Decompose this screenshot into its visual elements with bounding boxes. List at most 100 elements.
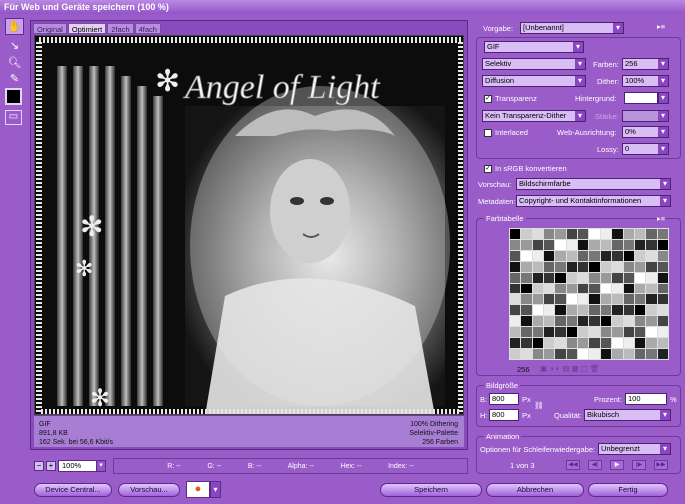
palette-swatch[interactable]	[510, 349, 521, 359]
done-button[interactable]: Fertig	[588, 483, 668, 497]
palette-swatch[interactable]	[578, 272, 589, 283]
zoom-tool-icon[interactable]: 🔍︎	[5, 54, 24, 71]
color-table-menu-icon[interactable]: ▸≡	[657, 214, 665, 223]
palette-swatch[interactable]	[544, 338, 555, 349]
palette-swatch[interactable]	[623, 272, 634, 283]
palette-swatch[interactable]	[532, 283, 544, 294]
palette-swatch[interactable]	[510, 327, 521, 338]
palette-swatch[interactable]	[532, 294, 544, 305]
palette-swatch[interactable]	[589, 305, 600, 316]
palette-swatch[interactable]	[600, 229, 612, 239]
palette-swatch[interactable]	[566, 338, 578, 349]
transparency-dither-select[interactable]: Kein Transparenz-Dither	[482, 110, 586, 122]
palette-swatch[interactable]	[612, 229, 623, 239]
palette-swatch[interactable]	[612, 261, 623, 272]
palette-swatch[interactable]	[521, 316, 532, 327]
palette-swatch[interactable]	[623, 316, 634, 327]
palette-swatch[interactable]	[612, 239, 623, 250]
cancel-button[interactable]: Abbrechen	[486, 483, 584, 497]
palette-swatch[interactable]	[623, 283, 634, 294]
save-button[interactable]: Speichern	[380, 483, 482, 497]
palette-swatch[interactable]	[566, 327, 578, 338]
palette-swatch[interactable]	[510, 316, 521, 327]
palette-swatch[interactable]	[657, 272, 668, 283]
palette-swatch[interactable]	[646, 283, 657, 294]
palette-swatch[interactable]	[566, 305, 578, 316]
palette-swatch[interactable]	[521, 239, 532, 250]
palette-swatch[interactable]	[623, 294, 634, 305]
zoom-in-button[interactable]: +	[46, 461, 56, 471]
palette-swatch[interactable]	[566, 283, 578, 294]
palette-swatch[interactable]	[578, 283, 589, 294]
palette-swatch[interactable]	[532, 349, 544, 359]
width-input[interactable]: 800	[489, 393, 519, 405]
palette-swatch[interactable]	[566, 272, 578, 283]
palette-swatch[interactable]	[589, 272, 600, 283]
palette-swatch[interactable]	[555, 349, 566, 359]
palette-swatch[interactable]	[634, 294, 646, 305]
palette-swatch[interactable]	[510, 338, 521, 349]
palette-swatch[interactable]	[634, 316, 646, 327]
palette-swatch[interactable]	[657, 283, 668, 294]
palette-swatch[interactable]	[532, 316, 544, 327]
palette-swatch[interactable]	[555, 283, 566, 294]
palette-swatch[interactable]	[555, 272, 566, 283]
constrain-proportions-icon[interactable]: ⛓	[534, 401, 544, 410]
palette-swatch[interactable]	[646, 305, 657, 316]
palette-swatch[interactable]	[521, 327, 532, 338]
palette-swatch[interactable]	[600, 338, 612, 349]
palette-swatch[interactable]	[510, 261, 521, 272]
zoom-out-button[interactable]: −	[34, 461, 44, 471]
palette-swatch[interactable]	[623, 305, 634, 316]
preset-select[interactable]: [Unbenannt]	[520, 22, 624, 34]
colors-select[interactable]: 256	[622, 58, 669, 70]
color-reduction-select[interactable]: Selektiv	[482, 58, 586, 70]
palette-swatch[interactable]	[657, 261, 668, 272]
palette-swatch[interactable]	[544, 316, 555, 327]
palette-swatch[interactable]	[623, 338, 634, 349]
palette-swatch[interactable]	[544, 261, 555, 272]
palette-swatch[interactable]	[532, 305, 544, 316]
palette-swatch[interactable]	[555, 250, 566, 261]
palette-swatch[interactable]	[589, 338, 600, 349]
palette-swatch[interactable]	[510, 239, 521, 250]
palette-swatch[interactable]	[589, 239, 600, 250]
palette-swatch[interactable]	[623, 239, 634, 250]
palette-swatch[interactable]	[600, 349, 612, 359]
palette-swatch[interactable]	[555, 316, 566, 327]
palette-swatch[interactable]	[657, 229, 668, 239]
palette-swatch[interactable]	[566, 229, 578, 239]
palette-swatch[interactable]	[657, 349, 668, 359]
transparency-checkbox[interactable]: ✓	[484, 95, 492, 103]
palette-swatch[interactable]	[612, 294, 623, 305]
palette-swatch[interactable]	[578, 338, 589, 349]
palette-swatch[interactable]	[555, 229, 566, 239]
quality-select[interactable]: Bikubisch	[584, 409, 671, 421]
palette-swatch[interactable]	[589, 327, 600, 338]
eyedropper-tool-icon[interactable]: ✎	[5, 70, 24, 87]
palette-swatch[interactable]	[521, 305, 532, 316]
palette-swatch[interactable]	[646, 338, 657, 349]
lossy-select[interactable]: 0	[622, 143, 669, 155]
palette-swatch[interactable]	[589, 229, 600, 239]
palette-swatch[interactable]	[612, 272, 623, 283]
palette-swatch[interactable]	[623, 349, 634, 359]
palette-swatch[interactable]	[532, 229, 544, 239]
web-snap-select[interactable]: 0%	[622, 126, 669, 138]
loop-options-select[interactable]: Unbegrenzt	[598, 443, 671, 455]
palette-swatch[interactable]	[544, 272, 555, 283]
palette-swatch[interactable]	[510, 250, 521, 261]
toggle-slices-icon[interactable]: ▭	[5, 110, 22, 125]
palette-swatch[interactable]	[600, 272, 612, 283]
browser-dropdown-icon[interactable]: ▾	[210, 481, 221, 498]
palette-swatch[interactable]	[600, 283, 612, 294]
palette-swatch[interactable]	[646, 229, 657, 239]
palette-swatch[interactable]	[578, 327, 589, 338]
palette-swatch[interactable]	[612, 327, 623, 338]
matte-color-swatch[interactable]	[624, 92, 658, 104]
device-central-button[interactable]: Device Central...	[34, 483, 112, 497]
palette-swatch[interactable]	[532, 261, 544, 272]
eyedropper-color-swatch[interactable]	[5, 88, 22, 105]
palette-swatch[interactable]	[544, 239, 555, 250]
palette-swatch[interactable]	[532, 239, 544, 250]
